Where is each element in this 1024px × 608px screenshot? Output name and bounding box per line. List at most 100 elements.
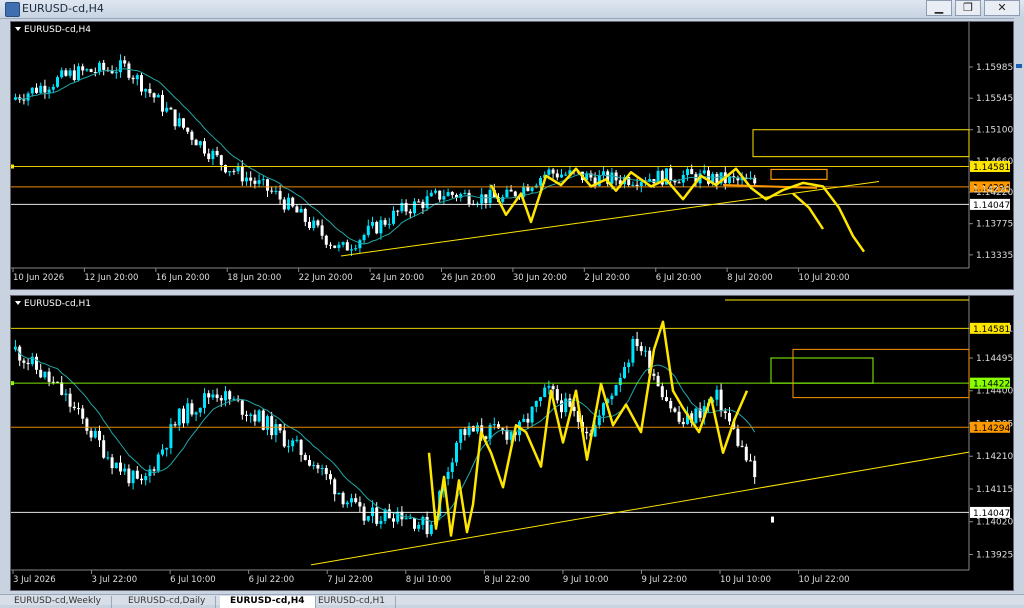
h4-chart-window[interactable]: EURUSD-cd,H41.159851.155451.151001.14660… — [10, 21, 1014, 290]
candle-body — [152, 469, 156, 471]
candle-body — [194, 139, 198, 146]
candle-body — [375, 507, 379, 524]
time-tick-label: 10 Jul 20:00 — [799, 273, 850, 283]
candle-body — [194, 412, 198, 415]
candle-body — [291, 197, 295, 207]
candle-body — [253, 180, 257, 184]
candle-body — [585, 431, 589, 434]
candle-body — [362, 235, 366, 241]
candle-body — [148, 88, 152, 94]
time-tick-label: 6 Jul 10:00 — [170, 575, 216, 585]
candle-body — [614, 385, 618, 396]
candle-body — [417, 524, 421, 529]
candle-body — [219, 397, 223, 401]
level-anchor-marker — [11, 164, 14, 169]
candle-body — [450, 192, 454, 195]
candle-body — [539, 397, 542, 401]
candle-body — [98, 430, 101, 441]
candle-body — [152, 93, 156, 98]
candle-body — [568, 398, 572, 407]
candle-body — [564, 174, 568, 176]
time-tick-label: 12 Jun 20:00 — [84, 273, 138, 283]
candle-body — [526, 418, 530, 423]
candle-body — [396, 511, 400, 522]
candle-body — [89, 69, 93, 73]
tab-h1[interactable]: EURUSD-cd,H1 — [308, 596, 397, 608]
price-tick-label: 1.15985 — [976, 63, 1013, 73]
candle-body — [303, 208, 307, 222]
candle-body — [26, 362, 30, 365]
candle-body — [81, 66, 85, 71]
candle-body — [135, 470, 139, 479]
candle-body — [299, 439, 303, 455]
candle-body — [106, 457, 110, 459]
candle-body — [253, 414, 257, 422]
price-level-label: 1.14047 — [973, 509, 1010, 519]
h1-chart-canvas[interactable]: EURUSD-cd,H11.145811.144951.144001.14305… — [11, 296, 1013, 590]
candle-body — [337, 492, 341, 495]
candle-body — [64, 393, 68, 395]
candle-body — [602, 171, 605, 176]
candle-body — [127, 468, 131, 484]
close-button[interactable]: ✕ — [984, 0, 1020, 16]
candle-body — [56, 381, 59, 383]
candle-body — [324, 467, 328, 475]
candle-body — [425, 196, 429, 208]
minimize-button[interactable]: ▁ — [926, 0, 952, 16]
candle-body — [177, 118, 181, 127]
candle-body — [60, 70, 64, 78]
hand-drawn-wave-path — [489, 167, 866, 253]
price-tick-label: 1.15545 — [976, 94, 1013, 104]
candle-body — [627, 362, 631, 368]
candle-body — [131, 77, 135, 80]
candle-body — [270, 416, 274, 436]
h4-chart-canvas[interactable]: EURUSD-cd,H41.159851.155451.151001.14660… — [11, 22, 1013, 289]
tab-h4[interactable]: EURUSD-cd,H4 — [220, 596, 316, 608]
candle-body — [476, 425, 479, 432]
candle-body — [639, 346, 643, 352]
h1-chart-window[interactable]: EURUSD-cd,H11.145811.144951.144001.14305… — [10, 295, 1014, 591]
candle-body — [480, 194, 484, 204]
candle-body — [505, 189, 509, 198]
candle-body — [547, 169, 551, 175]
candle-body — [387, 223, 391, 225]
candle-body — [631, 338, 635, 363]
price-tick-label: 1.14020 — [976, 518, 1013, 528]
candle-body — [513, 191, 517, 197]
candle-body — [203, 141, 206, 154]
candle-body — [555, 389, 559, 401]
candle-body — [39, 85, 43, 93]
right-scroll-strip — [1014, 18, 1024, 594]
candle-body — [135, 75, 139, 80]
candle-body — [64, 70, 68, 76]
candle-body — [215, 150, 219, 156]
tab-weekly[interactable]: EURUSD-cd,Weekly — [4, 596, 113, 608]
time-tick-label: 7 Jul 22:00 — [327, 575, 373, 585]
candle-body — [434, 190, 437, 193]
candle-body — [60, 382, 64, 395]
candle-body — [341, 242, 345, 245]
candle-body — [463, 192, 467, 194]
candle-body — [114, 462, 118, 469]
candle-body — [329, 244, 332, 246]
candle-body — [249, 414, 253, 416]
candle-body — [98, 62, 101, 73]
candle-body — [366, 516, 370, 521]
time-tick-label: 8 Jul 10:00 — [406, 575, 452, 585]
candle-body — [144, 475, 148, 481]
time-tick-label: 18 Jun 20:00 — [227, 273, 281, 283]
hand-drawn-projection — [792, 192, 825, 230]
current-price-candle — [771, 516, 774, 523]
candle-body — [446, 192, 450, 197]
time-tick-label: 6 Jul 20:00 — [656, 273, 702, 283]
candle-body — [702, 170, 706, 174]
candle-body — [686, 169, 689, 176]
candle-body — [413, 517, 416, 529]
tab-daily[interactable]: EURUSD-cd,Daily — [118, 596, 217, 608]
candle-body — [371, 222, 374, 226]
window-title: EURUSD-cd,H4 — [22, 2, 104, 15]
candle-body — [77, 408, 80, 410]
restore-button[interactable]: ❐ — [955, 0, 981, 16]
candle-body — [723, 411, 727, 414]
candle-body — [392, 210, 395, 224]
